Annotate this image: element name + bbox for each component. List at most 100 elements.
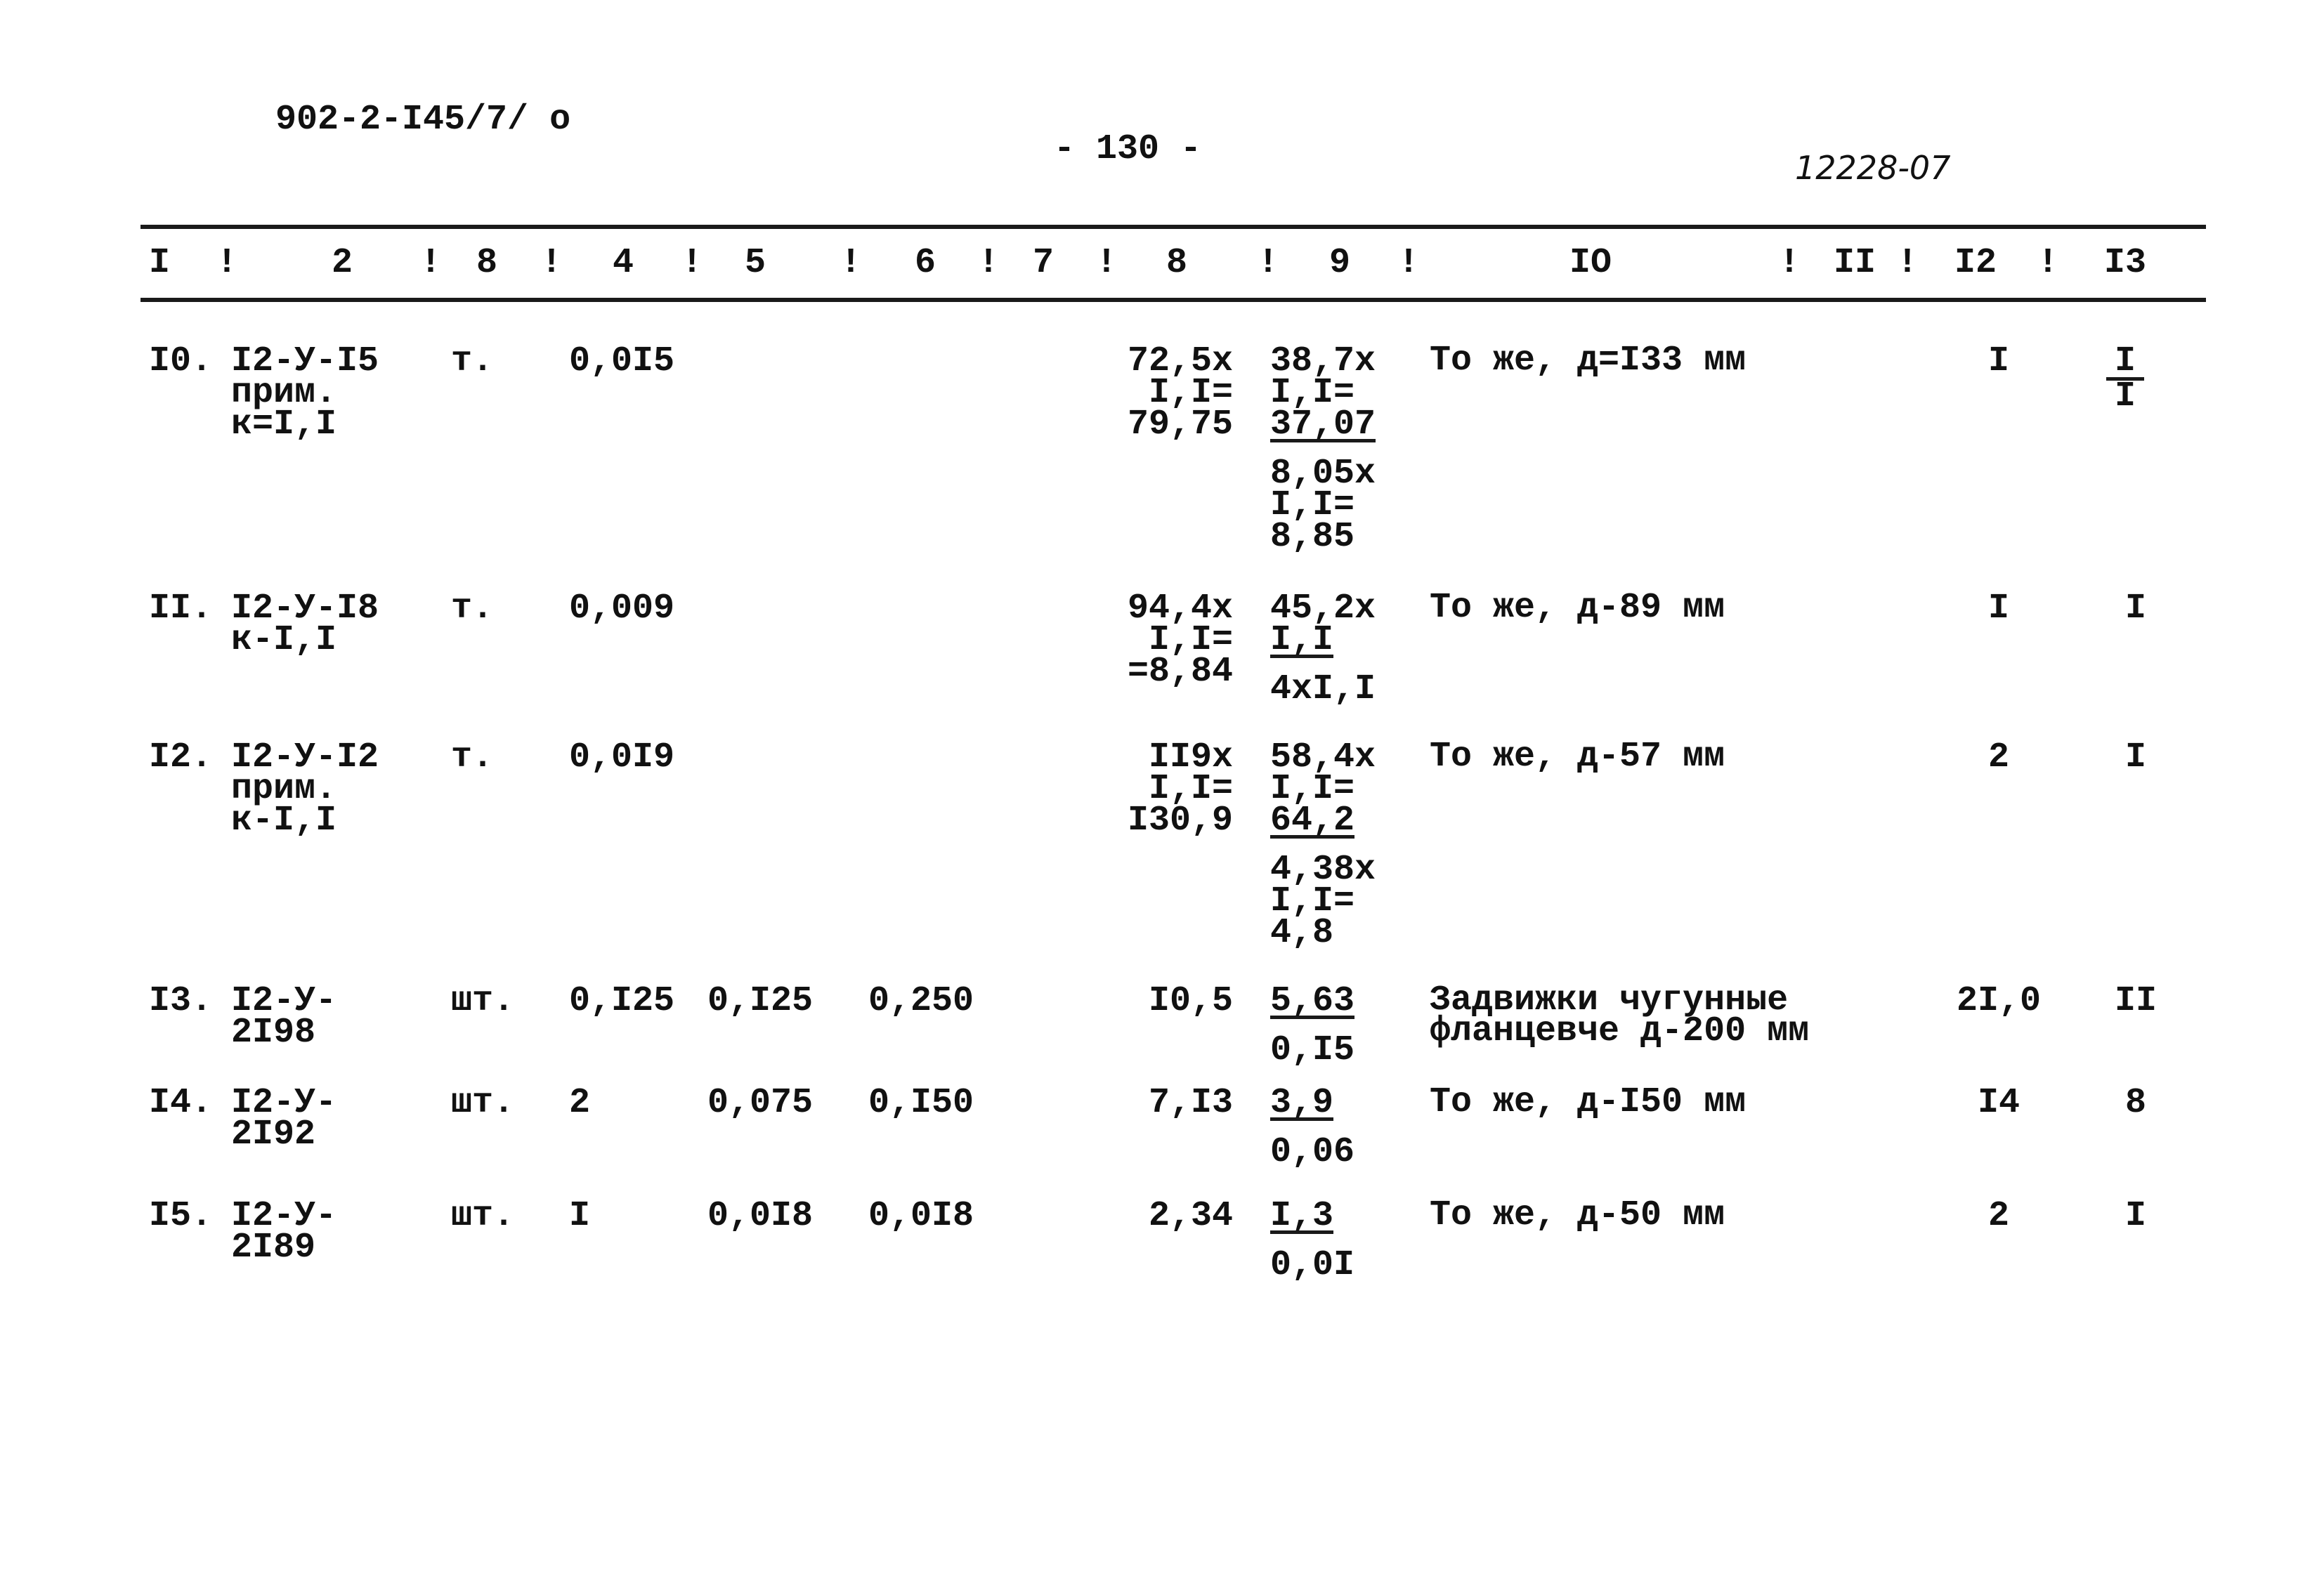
document-number: 12228-07 [1795,149,1951,187]
description: То же, д=I33 мм [1430,341,1747,381]
unit: шт. [451,981,515,1021]
col12-value: 2 [1987,1196,2009,1236]
col8-value-line: I0,5 [1148,981,1233,1021]
col8-value: I0,5 [1096,981,1233,1021]
column-separator: ! [1398,243,1420,283]
col5-value: 0,0I8 [707,1196,814,1236]
col13-value: II [2114,981,2157,1021]
item-code: I2-У- 2I89 [231,1199,337,1268]
col9-line: 4хI,I [1270,669,1376,709]
col6-value: 0,250 [868,981,974,1021]
col9-line: 4,8 [1270,913,1334,953]
column-header: I3 [2104,243,2147,283]
table-top-rule [141,225,2206,229]
col4-value: 0,0I9 [569,737,675,777]
column-header: I2 [1954,243,1997,283]
col9-line: 0,I5 [1270,1030,1355,1070]
col9-underlined: I,3 [1270,1196,1334,1236]
col8-value: II9х I,I= I30,9 [1096,740,1233,841]
col12-value: I [1987,589,2009,629]
col8-value-line: =8,84 [1127,652,1233,692]
col9-value: 45,2х I,I 4хI,I [1270,591,1376,709]
column-header: 8 [476,243,498,283]
column-separator: ! [2037,243,2059,283]
column-separator: ! [681,243,703,283]
col9-value: 38,7х I,I= 37,07 8,05х I,I= 8,85 [1270,344,1376,557]
col8-value: 94,4х I,I= =8,84 [1096,591,1233,692]
fraction-numerator: I [2106,344,2144,381]
page-number: - 130 - [1054,129,1202,169]
item-code: I2-У- 2I98 [231,984,337,1053]
col13-value: I [2124,1196,2146,1236]
row-number: I3. [149,981,213,1021]
item-code-line: 2I89 [231,1228,316,1268]
item-code-line: к-I,I [231,620,337,660]
col9-underlined: I,I [1270,620,1334,660]
col8-value: 72,5х I,I= 79,75 [1096,344,1233,445]
description-line: фланцевче д-200 мм [1430,1011,1810,1051]
item-code: I2-У-I2 прим. к-I,I [231,740,379,841]
item-code: I2-У-I5 прим. к=I,I [231,344,379,445]
col13-fraction: II [2076,344,2174,414]
column-separator: ! [1779,243,1801,283]
col13-value: I [2124,589,2146,629]
column-header: I [149,243,171,283]
col8-value: 7,I3 [1096,1083,1233,1123]
column-separator: ! [216,243,238,283]
col9-underlined: 37,07 [1270,405,1376,445]
item-code-line: к=I,I [231,405,337,445]
item-code-line: к-I,I [231,801,337,841]
description-line: То же, д=I33 мм [1430,341,1747,381]
column-separator: ! [541,243,563,283]
col9-underlined: 64,2 [1270,801,1355,841]
description: То же, д-57 мм [1430,737,1725,777]
col9-value: 58,4х I,I= 64,2 4,38х I,I= 4,8 [1270,740,1376,953]
unit: шт. [451,1196,515,1236]
column-header: 6 [915,243,936,283]
description: То же, д-89 мм [1430,588,1725,628]
description-line: То же, д-57 мм [1430,737,1725,777]
col6-value: 0,I50 [868,1083,974,1123]
col4-value: 0,0I5 [569,341,675,381]
item-code: I2-У- 2I92 [231,1086,337,1153]
column-header: 5 [745,243,766,283]
col4-value: 2 [569,1083,591,1123]
col8-value: 2,34 [1096,1199,1233,1234]
item-code-line: 2I98 [231,1013,316,1053]
col9-value: I,3 0,0I [1270,1196,1354,1283]
description: То же, д-50 мм [1430,1195,1725,1235]
col8-value-line: 79,75 [1127,405,1233,445]
col6-value: 0,0I8 [868,1196,974,1236]
col12-value: I [1987,341,2009,381]
column-separator: ! [1096,243,1118,283]
column-header: 7 [1033,243,1055,283]
row-number: I4. [149,1083,213,1123]
column-header: 4 [613,243,634,283]
col4-value: 0,009 [569,589,675,629]
description-line: То же, д-I50 мм [1430,1082,1747,1122]
column-separator: ! [978,243,1000,283]
column-header: 9 [1329,243,1351,283]
table-header-rule [141,298,2206,302]
column-header: 2 [332,243,353,283]
unit: т. [451,589,494,629]
col5-value: 0,I25 [707,981,814,1021]
column-separator: ! [420,243,442,283]
col13-value: I [2124,737,2146,777]
column-separator: ! [1897,243,1919,283]
col9-value: 3,9 0,06 [1270,1086,1354,1170]
col9-underlined: 5,63 [1270,981,1355,1021]
col12-value: 2 [1987,737,2009,777]
col4-value: I [569,1196,591,1236]
unit: т. [451,737,494,777]
column-header: IO [1569,243,1612,283]
col8-value-line: 7,I3 [1148,1083,1233,1123]
description-line: То же, д-89 мм [1430,588,1725,628]
col9-line: 8,85 [1270,517,1355,557]
description-line: То же, д-50 мм [1430,1195,1725,1235]
row-number: I0. [149,341,213,381]
col12-value: 2I,0 [1956,981,2042,1021]
col9-value: 5,63 0,I5 [1270,981,1355,1070]
column-header: II [1834,243,1876,283]
col8-value-line: I30,9 [1127,801,1233,841]
